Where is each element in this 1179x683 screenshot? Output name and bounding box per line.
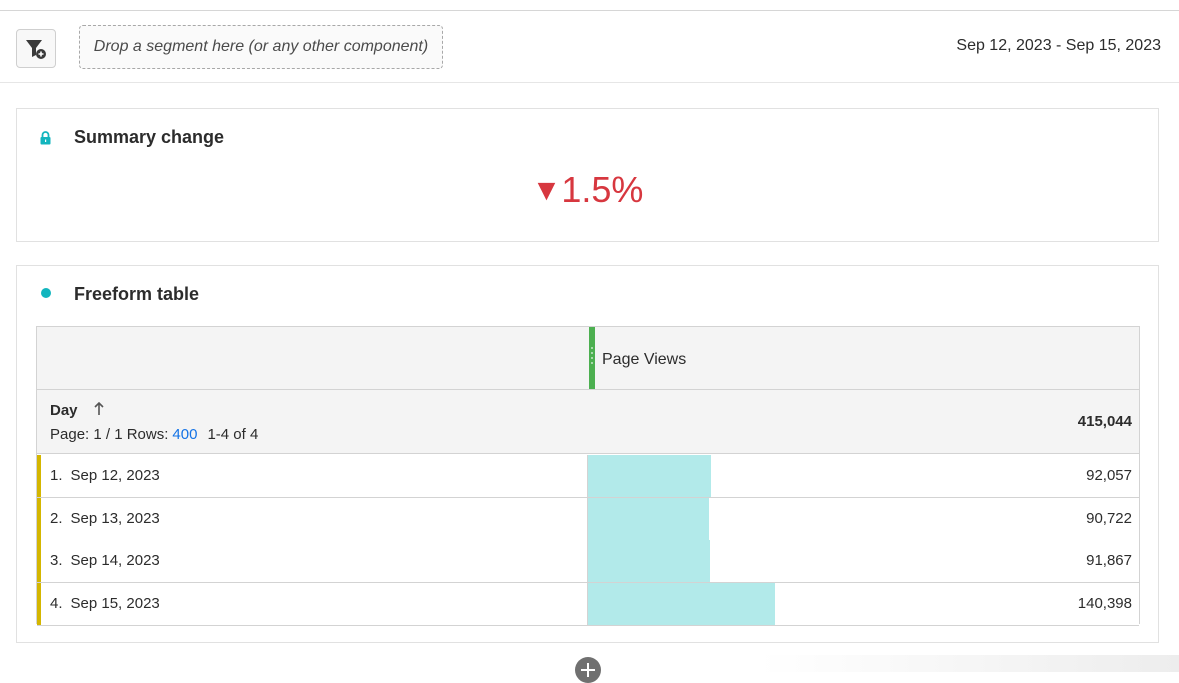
arrow-up-icon[interactable] bbox=[93, 402, 105, 416]
filter-add-icon bbox=[26, 39, 46, 59]
row-day: Sep 12, 2023 bbox=[70, 467, 160, 484]
value-bar bbox=[588, 582, 775, 625]
row-range: 1-4 of 4 bbox=[207, 426, 259, 443]
row-value[interactable]: 92,057 bbox=[1086, 467, 1132, 484]
page-label: Page: 1 / 1 Rows: bbox=[50, 426, 169, 443]
row-label[interactable]: 2. Sep 13, 2023 bbox=[50, 510, 160, 527]
row-day: Sep 14, 2023 bbox=[70, 552, 160, 569]
add-panel-icon[interactable] bbox=[575, 657, 601, 683]
row-value[interactable]: 90,722 bbox=[1086, 510, 1132, 527]
metric-header-row: Page Views bbox=[37, 327, 1139, 390]
row-index: 2. bbox=[50, 509, 63, 527]
table-row[interactable]: 3. Sep 14, 2023 91,867 bbox=[37, 540, 1139, 583]
lock-icon bbox=[40, 131, 51, 145]
metric-total: 415,044 bbox=[1077, 413, 1132, 430]
table-row[interactable]: 2. Sep 13, 2023 90,722 bbox=[37, 497, 1139, 541]
value-bar bbox=[588, 497, 709, 540]
value-bar bbox=[588, 455, 711, 497]
bottom-fade bbox=[760, 655, 1179, 672]
row-index: 4. bbox=[50, 594, 63, 612]
metric-drag-handle[interactable] bbox=[589, 327, 595, 389]
row-accent bbox=[37, 497, 41, 540]
segment-dropzone[interactable]: Drop a segment here (or any other compon… bbox=[79, 25, 443, 69]
summary-change-panel: Summary change ▼1.5% bbox=[16, 108, 1159, 242]
dimension-header-day[interactable]: Day bbox=[50, 402, 78, 419]
freeform-table: Page Views Day Page: 1 / 1 Rows: 400 1-4 o… bbox=[36, 326, 1140, 626]
date-range[interactable]: Sep 12, 2023 - Sep 15, 2023 bbox=[956, 37, 1161, 55]
dimension-header-row: Day Page: 1 / 1 Rows: 400 1-4 of 4 415,044 bbox=[37, 390, 1139, 454]
row-accent bbox=[37, 540, 41, 582]
row-label[interactable]: 4. Sep 15, 2023 bbox=[50, 595, 160, 612]
row-day: Sep 13, 2023 bbox=[70, 509, 160, 527]
down-triangle-icon: ▼ bbox=[531, 174, 562, 207]
segment-bar: Drop a segment here (or any other compon… bbox=[0, 11, 1179, 83]
panel-title[interactable]: Summary change bbox=[74, 127, 224, 148]
add-filter-button[interactable] bbox=[16, 29, 56, 68]
freeform-table-panel: Freeform table Page Views Day Page: 1 / … bbox=[16, 265, 1159, 643]
metric-header-page-views[interactable]: Page Views bbox=[602, 351, 686, 369]
panel-title[interactable]: Freeform table bbox=[74, 284, 199, 305]
row-accent bbox=[37, 582, 41, 625]
row-index: 3. bbox=[50, 552, 63, 569]
row-label[interactable]: 3. Sep 14, 2023 bbox=[50, 552, 160, 569]
value-bar bbox=[588, 540, 710, 582]
change-percent: 1.5% bbox=[561, 169, 644, 210]
row-value[interactable]: 140,398 bbox=[1078, 595, 1132, 612]
row-value[interactable]: 91,867 bbox=[1086, 552, 1132, 569]
table-row[interactable]: 4. Sep 15, 2023 140,398 bbox=[37, 582, 1139, 626]
row-label[interactable]: 1. Sep 12, 2023 bbox=[50, 467, 160, 484]
table-row[interactable]: 1. Sep 12, 2023 92,057 bbox=[37, 455, 1139, 498]
status-dot-icon bbox=[41, 288, 51, 298]
row-index: 1. bbox=[50, 467, 63, 484]
pagination: Page: 1 / 1 Rows: 400 1-4 of 4 bbox=[50, 426, 258, 443]
row-day: Sep 15, 2023 bbox=[70, 594, 160, 612]
summary-change-value: ▼1.5% bbox=[17, 169, 1158, 211]
row-accent bbox=[37, 455, 41, 497]
rows-per-page-link[interactable]: 400 bbox=[172, 426, 197, 443]
